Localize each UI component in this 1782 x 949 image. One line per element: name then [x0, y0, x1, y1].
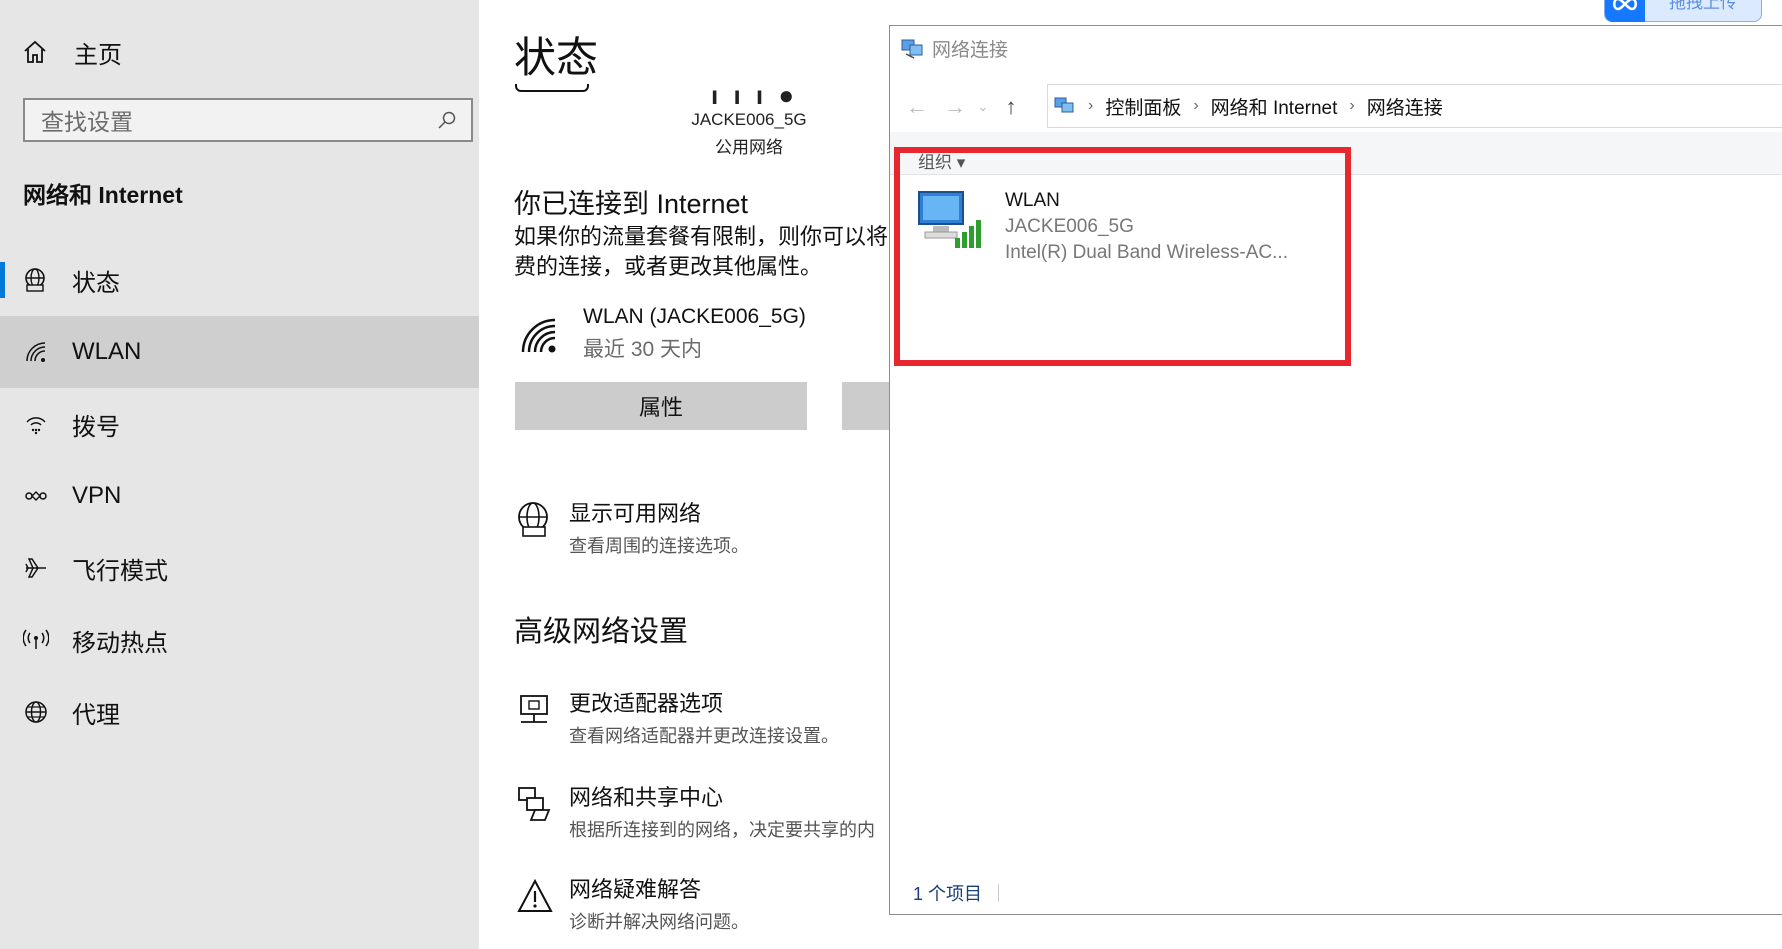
sidebar-item-status[interactable]: 状态 — [0, 244, 479, 316]
hotspot-icon — [22, 626, 50, 654]
sidebar-item-label: 飞行模式 — [72, 557, 168, 585]
connection-name: WLAN — [1005, 190, 1060, 211]
chevron-right-icon: › — [1193, 97, 1199, 114]
wireless-adapter-icon — [918, 191, 981, 248]
connected-desc-line2: 费的连接，或者更改其他属性。 — [514, 254, 823, 279]
status-divider — [998, 884, 1000, 902]
sidebar-item-airplane[interactable]: 飞行模式 — [0, 532, 479, 604]
control-panel-icon — [1054, 97, 1074, 113]
sidebar-item-proxy[interactable]: 代理 — [0, 676, 479, 748]
connected-description: 如果你的流量套餐有限制，则你可以将 费的连接，或者更改其他属性。 — [514, 222, 894, 282]
warning-icon — [517, 878, 553, 912]
show-networks-desc: 查看周围的连接选项。 — [569, 536, 749, 556]
up-arrow-icon[interactable]: ↑ — [992, 94, 1030, 120]
wlan-usage: 最近 30 天内 — [583, 338, 703, 361]
troubleshoot-desc: 诊断并解决网络问题。 — [569, 912, 749, 932]
window-titlebar[interactable]: 网络连接 — [890, 26, 1782, 70]
item-count: 1 个项目 — [913, 884, 983, 904]
wifi-icon — [22, 338, 50, 366]
sidebar-item-dialup[interactable]: 拨号 — [0, 388, 479, 460]
show-networks-title: 显示可用网络 — [569, 501, 702, 526]
sharing-center-icon — [518, 787, 551, 821]
adapter-icon — [520, 695, 548, 723]
network-connections-window: 网络连接 ← → ⌄ ↑ › 控制面板 › 网络和 Internet › 网络连… — [889, 25, 1782, 915]
breadcrumb-network-connections[interactable]: 网络连接 — [1367, 93, 1443, 120]
breadcrumb-control-panel[interactable]: 控制面板 — [1105, 93, 1181, 120]
drag-upload-button[interactable]: 拖拽上传 — [1604, 0, 1762, 22]
search-placeholder: 查找设置 — [41, 109, 133, 135]
connected-desc-line1: 如果你的流量套餐有限制，则你可以将 — [514, 224, 889, 249]
upload-label: 拖拽上传 — [1669, 0, 1737, 12]
home-nav-item[interactable]: 主页 — [22, 30, 442, 74]
sidebar-item-label: WLAN — [72, 338, 142, 365]
status-bar: 1 个项目 — [913, 880, 1000, 906]
sharing-desc: 根据所连接到的网络，决定要共享的内 — [569, 820, 875, 840]
sidebar-item-wlan[interactable]: WLAN — [0, 316, 479, 388]
sidebar-item-label: 代理 — [72, 701, 120, 729]
sidebar-item-vpn[interactable]: VPN — [0, 460, 479, 532]
connection-adapter: Intel(R) Dual Band Wireless-AC... — [1005, 242, 1288, 263]
wifi-signal-icon — [521, 318, 556, 353]
home-icon — [24, 40, 46, 63]
sidebar-item-label: 拨号 — [72, 413, 120, 441]
breadcrumb-network-internet[interactable]: 网络和 Internet — [1211, 93, 1338, 120]
adapter-title: 更改适配器选项 — [569, 691, 724, 716]
settings-sidebar: 主页 查找设置 网络和 Internet 状态 WLAN 拨号 VPN 飞行模式… — [0, 0, 479, 949]
organize-menu[interactable]: 组织 ▾ — [918, 148, 965, 173]
globe-network-icon — [518, 502, 548, 537]
section-title: 网络和 Internet — [23, 182, 183, 208]
globe-status-icon — [22, 266, 50, 294]
advanced-settings-heading: 高级网络设置 — [514, 616, 689, 648]
wlan-connection-summary: WLAN (JACKE006_5G) 最近 30 天内 — [519, 305, 806, 363]
settings-search-input[interactable]: 查找设置 — [23, 98, 473, 142]
data-usage-button[interactable] — [842, 382, 892, 430]
forward-arrow-icon[interactable]: → — [936, 94, 974, 120]
troubleshoot-link[interactable]: 网络疑难解答 诊断并解决网络问题。 — [515, 872, 749, 934]
sidebar-item-label: 状态 — [72, 269, 120, 297]
troubleshoot-title: 网络疑难解答 — [569, 877, 702, 902]
wlan-name: WLAN (JACKE006_5G) — [583, 305, 806, 328]
wlan-connection-item[interactable]: WLAN JACKE006_5G Intel(R) Dual Band Wire… — [915, 186, 1288, 264]
change-adapter-options-link[interactable]: 更改适配器选项 查看网络适配器并更改连接设置。 — [515, 686, 839, 748]
window-title: 网络连接 — [932, 39, 1009, 61]
sharing-center-link[interactable]: 网络和共享中心 根据所连接到的网络，决定要共享的内 — [515, 780, 875, 842]
sidebar-nav: 状态 WLAN 拨号 VPN 飞行模式 移动热点 代理 — [0, 244, 479, 748]
sidebar-item-hotspot[interactable]: 移动热点 — [0, 604, 479, 676]
connected-heading: 你已连接到 Internet — [514, 189, 749, 219]
properties-button[interactable]: 属性 — [515, 382, 807, 430]
network-type: 公用网络 — [715, 138, 783, 157]
infinity-logo-icon — [1605, 0, 1645, 22]
command-bar: 组织 ▾ — [890, 132, 1782, 175]
show-networks-link[interactable]: 显示可用网络 查看周围的连接选项。 — [515, 496, 749, 558]
connection-ssid: JACKE006_5G — [1005, 216, 1134, 237]
vpn-icon — [22, 482, 50, 510]
settings-main-content: 状态 ı ı ı ● JACKE006_5G 公用网络 你已连接到 Intern… — [479, 0, 892, 949]
sidebar-item-label: VPN — [72, 482, 122, 509]
globe-icon — [22, 698, 50, 726]
sidebar-item-label: 移动热点 — [72, 629, 168, 657]
chevron-right-icon: › — [1088, 97, 1094, 114]
navigation-bar: ← → ⌄ ↑ › 控制面板 › 网络和 Internet › 网络连接 — [890, 84, 1782, 130]
network-signal-icon: ı ı ı ● — [711, 80, 799, 110]
back-arrow-icon[interactable]: ← — [898, 94, 936, 120]
search-icon — [438, 111, 456, 129]
recent-locations-chevron-icon[interactable]: ⌄ — [974, 99, 992, 115]
home-label: 主页 — [74, 41, 122, 69]
address-bar[interactable]: › 控制面板 › 网络和 Internet › 网络连接 — [1047, 84, 1782, 128]
airplane-icon — [22, 554, 50, 582]
sharing-title: 网络和共享中心 — [569, 785, 724, 810]
network-diagram-icon — [515, 84, 589, 92]
network-ssid: JACKE006_5G — [691, 110, 807, 129]
dialup-icon — [22, 410, 50, 438]
adapter-desc: 查看网络适配器并更改连接设置。 — [569, 726, 839, 746]
network-connections-icon — [901, 39, 923, 59]
page-title: 状态 — [514, 34, 599, 81]
chevron-right-icon: › — [1349, 97, 1355, 114]
